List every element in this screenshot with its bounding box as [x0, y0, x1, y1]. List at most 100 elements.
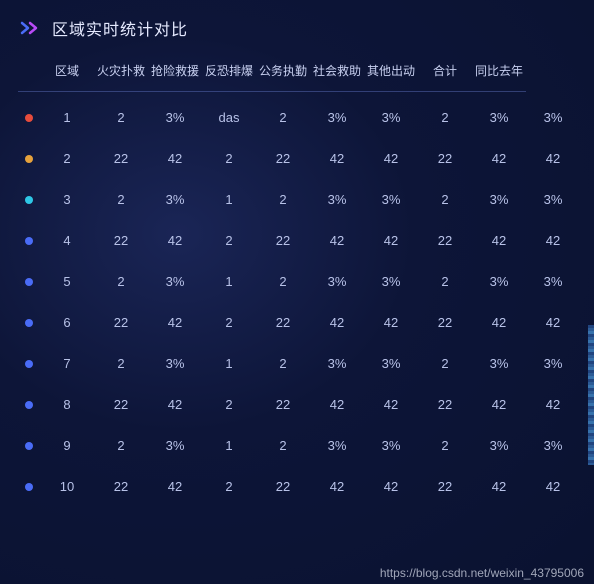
- table-cell: 42: [526, 384, 580, 425]
- table-header-row: 区域 火灾扑救 抢险救援 反恐排爆 公务执勤 社会救助 其他出动 合计 同比去年: [18, 52, 580, 92]
- table-cell: 42: [526, 302, 580, 343]
- row-dot-cell: [18, 343, 40, 384]
- table-row: 723%123%3%23%3%: [18, 343, 580, 384]
- table-cell: 3%: [364, 179, 418, 220]
- table-row: 523%123%3%23%3%: [18, 261, 580, 302]
- table-cell: 2: [94, 343, 148, 384]
- col-eod: 反恐排爆: [202, 52, 256, 92]
- table-cell: 2: [94, 425, 148, 466]
- table-cell: 42: [472, 138, 526, 179]
- table-cell: 42: [472, 384, 526, 425]
- table-cell: 3%: [526, 425, 580, 466]
- table-cell: 22: [418, 466, 472, 507]
- table-cell: 2: [418, 179, 472, 220]
- table-row: 622422224242224242: [18, 302, 580, 343]
- row-dot-icon: [25, 155, 33, 163]
- table-cell: 22: [94, 220, 148, 261]
- table-row: 123%das23%3%23%3%: [18, 92, 580, 139]
- table-row: 422422224242224242: [18, 220, 580, 261]
- table-cell: 3%: [472, 343, 526, 384]
- table-cell: 2: [418, 425, 472, 466]
- table-cell: 42: [526, 466, 580, 507]
- table-cell: 42: [364, 302, 418, 343]
- table-cell: 2: [94, 261, 148, 302]
- panel-header: 区域实时统计对比: [0, 0, 594, 52]
- row-dot-icon: [25, 401, 33, 409]
- table-cell: 3%: [364, 92, 418, 139]
- table-row: 1022422224242224242: [18, 466, 580, 507]
- table-cell: 3%: [310, 343, 364, 384]
- row-dot-cell: [18, 384, 40, 425]
- table-cell: 22: [256, 138, 310, 179]
- table-cell: 42: [310, 138, 364, 179]
- col-yoy: 同比去年: [472, 52, 526, 92]
- table-cell: 2: [256, 179, 310, 220]
- panel-title: 区域实时统计对比: [52, 16, 188, 40]
- table-cell: 42: [148, 220, 202, 261]
- table-cell: 42: [526, 220, 580, 261]
- col-dot: [18, 52, 40, 92]
- table-cell: 42: [310, 384, 364, 425]
- table-cell: 7: [40, 343, 94, 384]
- row-dot-cell: [18, 220, 40, 261]
- table-cell: 42: [310, 466, 364, 507]
- row-dot-icon: [25, 442, 33, 450]
- table-cell: 2: [94, 179, 148, 220]
- row-dot-icon: [25, 483, 33, 491]
- table-cell: 42: [472, 302, 526, 343]
- table-cell: 42: [148, 138, 202, 179]
- row-dot-icon: [25, 237, 33, 245]
- row-dot-icon: [25, 278, 33, 286]
- row-dot-icon: [25, 319, 33, 327]
- table-cell: 42: [364, 384, 418, 425]
- table-cell: 2: [202, 138, 256, 179]
- row-dot-cell: [18, 179, 40, 220]
- table-cell: 22: [418, 384, 472, 425]
- table-cell: 5: [40, 261, 94, 302]
- table-cell: 2: [202, 302, 256, 343]
- table-row: 923%123%3%23%3%: [18, 425, 580, 466]
- table-cell: 3%: [526, 92, 580, 139]
- table-cell: 22: [94, 138, 148, 179]
- table-cell: 2: [202, 466, 256, 507]
- table-cell: 42: [472, 466, 526, 507]
- row-dot-cell: [18, 302, 40, 343]
- table-cell: 3%: [148, 92, 202, 139]
- table-cell: 6: [40, 302, 94, 343]
- row-dot-icon: [25, 360, 33, 368]
- table-cell: 3%: [364, 343, 418, 384]
- row-dot-cell: [18, 466, 40, 507]
- table-cell: 42: [148, 384, 202, 425]
- table-cell: 3%: [364, 261, 418, 302]
- table-cell: das: [202, 92, 256, 139]
- row-dot-cell: [18, 261, 40, 302]
- col-rescue: 抢险救援: [148, 52, 202, 92]
- table-cell: 10: [40, 466, 94, 507]
- table-cell: 22: [94, 384, 148, 425]
- table-cell: 3%: [310, 425, 364, 466]
- table-cell: 22: [256, 466, 310, 507]
- table-cell: 42: [148, 302, 202, 343]
- table-cell: 8: [40, 384, 94, 425]
- table-cell: 4: [40, 220, 94, 261]
- table-cell: 2: [202, 220, 256, 261]
- table-cell: 42: [148, 466, 202, 507]
- chevrons-icon: [20, 21, 42, 35]
- stats-table-wrap: 区域 火灾扑救 抢险救援 反恐排爆 公务执勤 社会救助 其他出动 合计 同比去年…: [0, 52, 594, 507]
- row-dot-cell: [18, 425, 40, 466]
- table-cell: 3%: [148, 261, 202, 302]
- table-cell: 2: [256, 343, 310, 384]
- table-cell: 22: [256, 302, 310, 343]
- table-cell: 3%: [526, 179, 580, 220]
- table-cell: 3%: [526, 343, 580, 384]
- table-cell: 1: [202, 261, 256, 302]
- table-cell: 3%: [148, 425, 202, 466]
- col-fire: 火灾扑救: [94, 52, 148, 92]
- table-cell: 42: [364, 220, 418, 261]
- col-social: 社会救助: [310, 52, 364, 92]
- table-cell: 3%: [472, 179, 526, 220]
- row-dot-cell: [18, 92, 40, 139]
- col-region: 区域: [40, 52, 94, 92]
- scroll-indicator[interactable]: [588, 325, 594, 465]
- table-cell: 3%: [472, 425, 526, 466]
